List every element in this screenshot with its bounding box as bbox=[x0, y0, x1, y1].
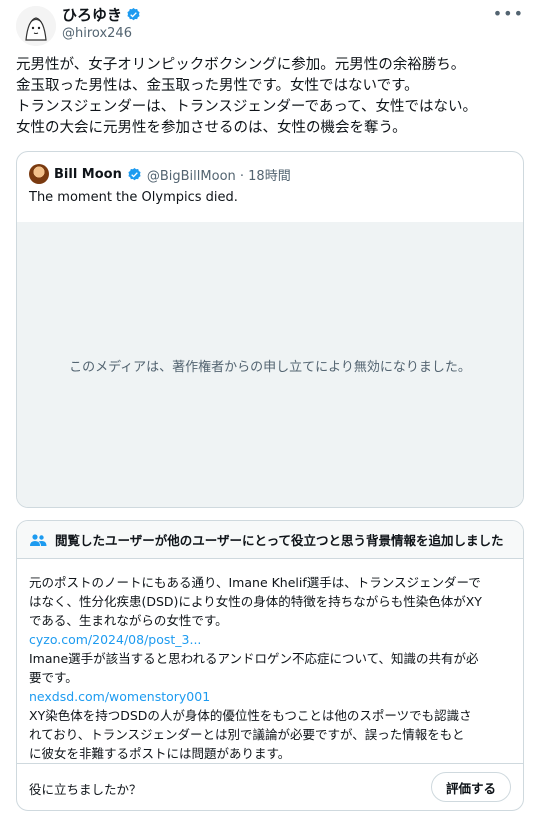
quoted-author-name[interactable]: Bill Moon bbox=[54, 167, 122, 182]
rate-button[interactable]: 評価する bbox=[430, 772, 511, 802]
verified-badge-icon[interactable] bbox=[126, 7, 141, 22]
community-note-header: 閲覧したユーザーが他のユーザーにとって役立つと思う背景情報を追加しました bbox=[17, 521, 523, 559]
people-icon bbox=[30, 533, 47, 546]
note-divider bbox=[17, 763, 523, 764]
community-note-title: 閲覧したユーザーが他のユーザーにとって役立つと思う背景情報を追加しました bbox=[55, 533, 504, 548]
community-note-body: 元のポストのノートにもある通り、Imane Khelif選手は、トランスジェンダ… bbox=[29, 573, 515, 763]
quoted-author-handle-time: @BigBillMoon · 18時間 bbox=[146, 168, 291, 184]
avatar-illustration bbox=[16, 6, 56, 46]
author-info: ひろゆき @hirox246 bbox=[62, 4, 141, 41]
post-text-line: 金玉取った男性は、金玉取った男性です。女性ではないです。 bbox=[16, 78, 419, 94]
quoted-post-text: The moment the Olympics died. bbox=[29, 190, 238, 205]
note-text-line: Imane選手が該当すると思われるアンドロゲン不応症について、知識の共有が必 bbox=[29, 651, 479, 666]
note-text-line: に彼女を非難するポストには問題があります。 bbox=[29, 746, 291, 761]
note-source-link-2[interactable]: nexdsd.com/womenstory001 bbox=[29, 687, 515, 706]
note-text-line: 元のポストのノートにもある通り、Imane Khelif選手は、トランスジェンダ… bbox=[29, 575, 481, 590]
author-display-name[interactable]: ひろゆき bbox=[62, 4, 122, 25]
more-icon[interactable]: ••• bbox=[493, 4, 524, 23]
quoted-author-avatar[interactable] bbox=[29, 164, 49, 184]
note-text-line: XY染色体を持つDSDの人が身体的優位性をもつことは他のスポーツでも認識さ bbox=[29, 708, 472, 723]
quoted-post[interactable]: Bill Moon @BigBillMoon · 18時間 The moment… bbox=[16, 151, 524, 508]
verified-badge-icon[interactable] bbox=[127, 167, 142, 182]
note-text-line: である、生まれながらの女性です。 bbox=[29, 613, 228, 628]
note-text-line: れており、トランスジェンダーとは別で議論が必要ですが、誤った情報をもと bbox=[29, 727, 465, 742]
quoted-media-placeholder: このメディアは、著作権者からの申し立てにより無効になりました。 bbox=[17, 222, 523, 507]
community-note: 閲覧したユーザーが他のユーザーにとって役立つと思う背景情報を追加しました 元のポ… bbox=[16, 520, 524, 811]
note-text-line: 要です。 bbox=[29, 670, 78, 685]
post-text: 元男性が、女子オリンピックボクシングに参加。元男性の余裕勝ち。 金玉取った男性は… bbox=[16, 55, 526, 139]
note-text-line: はなく、性分化疾患(DSD)により女性の身体的特徴を持ちながらも性染色体がXY bbox=[29, 594, 482, 609]
author-handle[interactable]: @hirox246 bbox=[62, 26, 141, 41]
post-text-line: 女性の大会に元男性を参加させるのは、女性の機会を奪う。 bbox=[16, 120, 407, 136]
note-source-link-1[interactable]: cyzo.com/2024/08/post_3... bbox=[29, 630, 515, 649]
post-text-line: 元男性が、女子オリンピックボクシングに参加。元男性の余裕勝ち。 bbox=[16, 57, 466, 73]
helpful-question: 役に立ちましたか？ bbox=[29, 782, 142, 797]
author-avatar[interactable] bbox=[16, 6, 56, 46]
quoted-post-header: Bill Moon @BigBillMoon · 18時間 bbox=[29, 164, 291, 184]
post-text-line: トランスジェンダーは、トランスジェンダーであって、女性ではない。 bbox=[16, 99, 477, 115]
media-disabled-notice: このメディアは、著作権者からの申し立てにより無効になりました。 bbox=[69, 359, 471, 375]
